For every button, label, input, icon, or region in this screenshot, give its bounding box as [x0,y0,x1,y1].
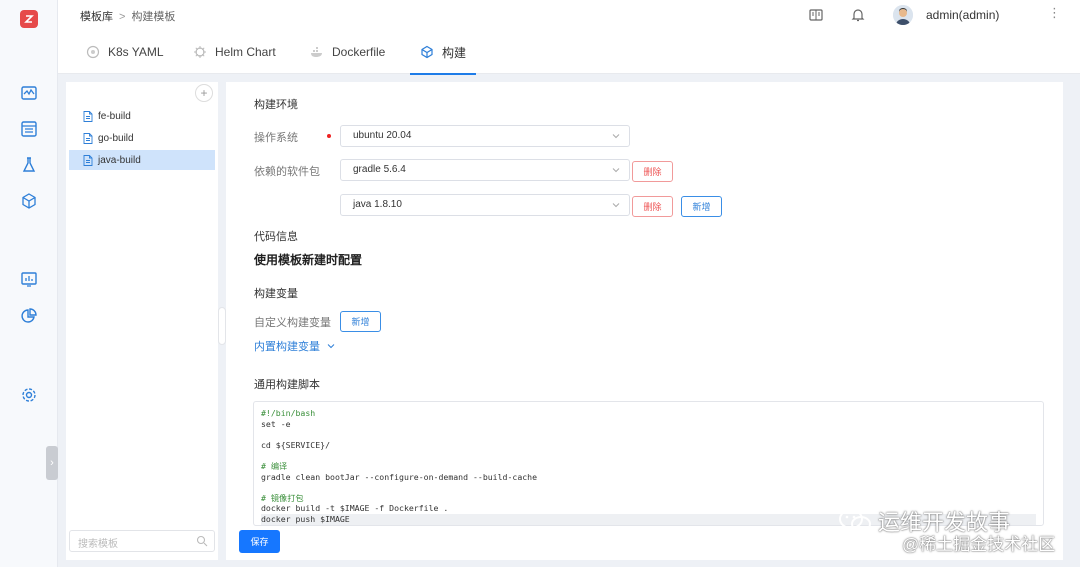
template-item-label: go-build [98,132,134,144]
expand-sidebar-chevron-icon[interactable]: › [46,446,58,480]
add-dependency-button[interactable]: 新增 [681,196,722,217]
template-search-input[interactable]: 搜索模板 [69,530,215,552]
tab-label: 构建 [442,45,467,60]
avatar[interactable] [893,5,913,25]
tab-label: Dockerfile [332,45,386,59]
custom-vars-label: 自定义构建变量 [254,317,331,329]
code-info-value: 使用模板新建时配置 [254,253,363,267]
add-custom-var-button[interactable]: 新增 [340,311,381,332]
code-info-title: 代码信息 [254,231,298,243]
deps-label: 依赖的软件包 [254,166,320,178]
save-button[interactable]: 保存 [239,530,280,553]
code-line: set -e [261,418,291,429]
dependency-value: gradle 5.6.4 [353,164,406,175]
build-cube-icon [420,45,434,59]
template-item-fe-build[interactable]: fe-build [69,106,215,126]
template-item-go-build[interactable]: go-build [69,128,215,148]
code-line: cd ${SERVICE}/ [261,439,331,450]
code-line: gradle clean bootJar --configure-on-dema… [261,471,538,482]
breadcrumb: 模板库 > 构建模板 [80,8,175,24]
flask-icon[interactable] [19,155,39,175]
script-title: 通用构建脚本 [254,379,320,391]
breadcrumb-root[interactable]: 模板库 [80,11,113,23]
file-icon [83,132,93,144]
build-env-title: 构建环境 [254,99,298,111]
top-bar: 模板库 > 构建模板 admin(admin) ⋮ [58,0,1080,30]
build-template-form: 构建环境 操作系统 ubuntu 20.04 依赖的软件包 gradle 5.6… [226,82,1063,560]
tab-label: K8s YAML [108,45,164,59]
k8s-icon [86,45,100,59]
docker-icon [310,45,324,59]
wechat-logo-icon [839,509,871,532]
app-logo-icon[interactable] [20,10,38,28]
template-tree: fe-build go-build java-build [69,106,215,172]
cube-icon[interactable] [19,191,39,211]
template-list-panel: + fe-build go-build java-build 搜索模板 [66,82,218,560]
build-vars-title: 构建变量 [254,288,298,300]
template-item-label: java-build [98,154,141,166]
chevron-down-icon [612,203,620,208]
tab-label: Helm Chart [215,45,276,59]
chevron-down-icon [612,168,620,173]
user-name[interactable]: admin(admin) [926,8,999,22]
panel-resize-handle[interactable] [218,307,226,345]
builtin-vars-toggle[interactable]: 内置构建变量 [254,338,336,354]
code-line: # 编译 [261,460,288,471]
breadcrumb-current: 构建模板 [131,11,176,23]
delete-dependency-button[interactable]: 删除 [632,161,673,182]
tab-helm-chart[interactable]: Helm Chart [193,30,276,74]
os-label: 操作系统 [254,132,298,144]
required-indicator [327,134,331,138]
code-line: #!/bin/bash [261,408,316,418]
add-template-button[interactable]: + [195,84,213,102]
chevron-down-icon [612,134,620,139]
helm-icon [193,45,207,59]
left-nav-rail [0,0,58,567]
settings-gear-icon[interactable] [19,385,39,405]
os-select[interactable]: ubuntu 20.04 [340,125,630,147]
tab-build[interactable]: 构建 [409,30,477,75]
template-item-java-build[interactable]: java-build [69,150,215,170]
builtin-vars-label: 内置构建变量 [254,341,320,353]
tab-dockerfile[interactable]: Dockerfile [310,30,385,74]
template-item-label: fe-build [98,110,131,122]
search-icon [196,535,208,547]
file-icon [83,154,93,166]
template-type-tabs: K8s YAML Helm Chart Dockerfile 构建 [58,30,1080,75]
delete-dependency-button[interactable]: 删除 [632,196,673,217]
dependency-value: java 1.8.10 [353,199,402,210]
chart-board-icon[interactable] [19,269,39,289]
os-select-value: ubuntu 20.04 [353,130,412,141]
search-placeholder: 搜索模板 [78,539,118,550]
pie-chart-icon[interactable] [19,306,39,326]
file-icon [83,110,93,122]
more-vertical-icon[interactable]: ⋮ [1048,6,1061,19]
chevron-down-icon [327,344,335,349]
monitor-icon[interactable] [19,83,39,103]
watermark-line2: @稀土掘金技术社区 [902,535,1056,554]
code-line: # 镜像打包 [261,492,304,503]
notification-bell-icon[interactable] [850,7,866,23]
dashboard-icon[interactable] [19,119,39,139]
dependency-select-2[interactable]: java 1.8.10 [340,194,630,216]
dependency-select-1[interactable]: gradle 5.6.4 [340,159,630,181]
tab-k8s-yaml[interactable]: K8s YAML [86,30,164,74]
docs-book-icon[interactable] [808,7,824,23]
breadcrumb-separator: > [119,11,126,23]
